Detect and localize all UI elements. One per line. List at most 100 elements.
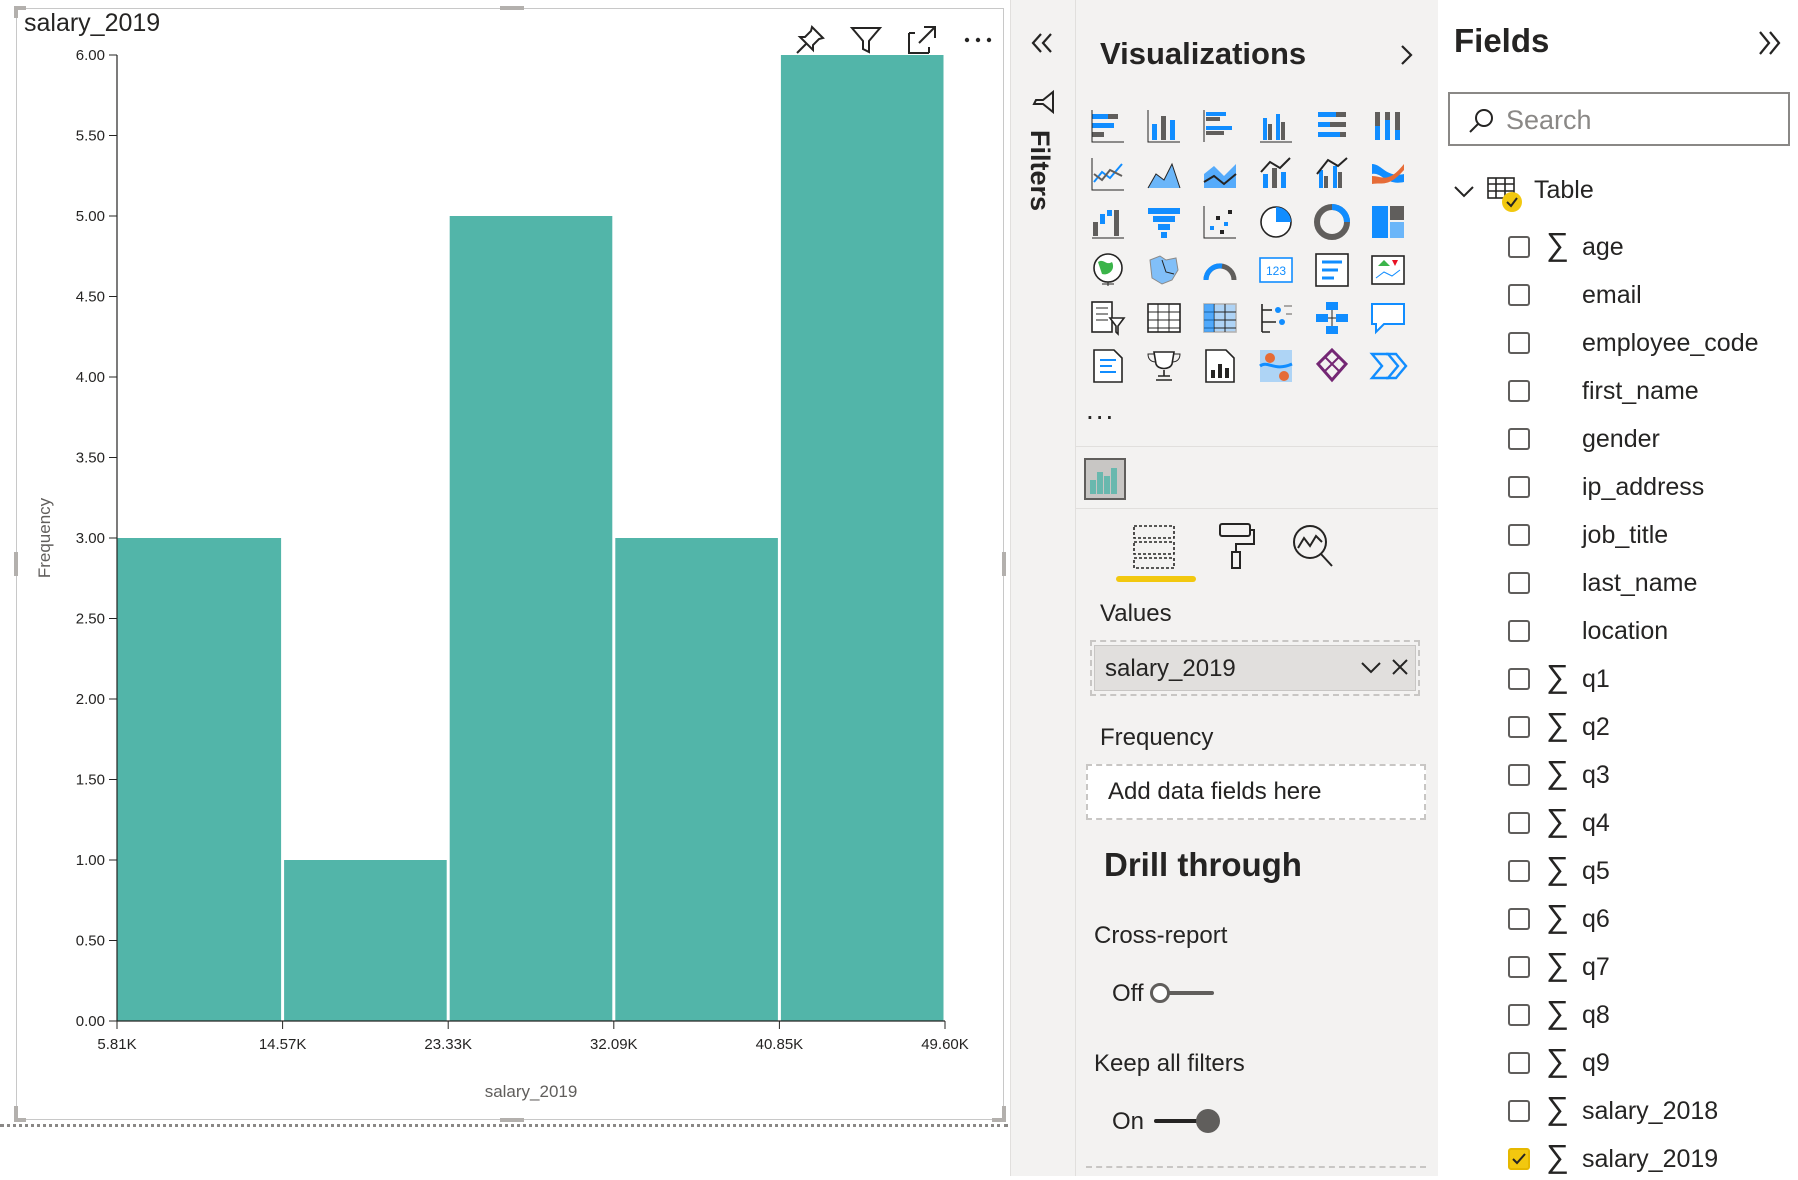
search-box[interactable] [1448,92,1790,146]
field-checkbox[interactable] [1508,476,1530,498]
decomposition-tree-icon[interactable] [1312,298,1352,338]
matrix-icon[interactable] [1200,298,1240,338]
key-influencers-icon[interactable] [1256,298,1296,338]
line-and-stacked-column-chart-icon[interactable] [1256,154,1296,194]
line-and-clustered-column-chart-icon[interactable] [1312,154,1352,194]
table-node[interactable]: Table [1452,172,1772,212]
100-stacked-column-chart-icon[interactable] [1368,106,1408,146]
expand-left-icon[interactable] [1027,28,1057,58]
field-item[interactable]: location [1508,612,1788,652]
donut-chart-icon[interactable] [1312,202,1352,242]
kpi-icon[interactable] [1368,250,1408,290]
chevron-right-icon[interactable] [1392,40,1422,70]
field-item[interactable]: ∑ q8 [1508,994,1788,1036]
field-item[interactable]: ∑ q7 [1508,946,1788,988]
field-item[interactable]: gender [1508,420,1788,460]
field-checkbox[interactable] [1508,572,1530,594]
paginated-report-icon[interactable] [1200,346,1240,386]
field-item[interactable]: ip_address [1508,468,1788,508]
field-item[interactable]: ∑ q1 [1508,658,1788,700]
field-checkbox[interactable] [1508,860,1530,882]
stacked-column-chart-icon[interactable] [1144,106,1184,146]
field-checkbox[interactable] [1508,956,1530,978]
table-visual-icon[interactable] [1144,298,1184,338]
field-checkbox[interactable] [1508,524,1530,546]
resize-handle-bottom[interactable] [500,1118,524,1122]
resize-handle-top-left-v[interactable] [14,6,18,18]
field-item[interactable]: ∑ salary_2019 [1508,1138,1788,1180]
clustered-bar-chart-icon[interactable] [1200,106,1240,146]
goals-icon[interactable] [1144,346,1184,386]
selected-histogram-visual-icon[interactable] [1084,458,1126,500]
more-visuals-button[interactable]: ... [1086,394,1115,426]
analytics-magnifier-icon[interactable] [1284,518,1344,574]
power-apps-icon[interactable] [1312,346,1352,386]
histogram-bar[interactable] [284,860,447,1021]
stacked-bar-chart-icon[interactable] [1088,106,1128,146]
smart-narrative-icon[interactable] [1088,346,1128,386]
line-chart-icon[interactable] [1088,154,1128,194]
gauge-icon[interactable] [1200,250,1240,290]
filled-map-icon[interactable] [1144,250,1184,290]
histogram-bar[interactable] [780,55,944,1021]
clustered-column-chart-icon[interactable] [1256,106,1296,146]
frequency-well[interactable]: Add data fields here [1086,764,1426,820]
field-item[interactable]: ∑ q9 [1508,1042,1788,1084]
field-checkbox[interactable] [1508,620,1530,642]
resize-handle-left[interactable] [14,552,18,576]
field-checkbox[interactable] [1508,1052,1530,1074]
field-item[interactable]: job_title [1508,516,1788,556]
stacked-area-chart-icon[interactable] [1200,154,1240,194]
scatter-chart-icon[interactable] [1200,202,1240,242]
100-stacked-bar-chart-icon[interactable] [1312,106,1352,146]
histogram-bar[interactable] [615,538,778,1021]
field-checkbox[interactable] [1508,428,1530,450]
collapse-right-icon[interactable] [1752,26,1786,60]
waterfall-chart-icon[interactable] [1088,202,1128,242]
treemap-icon[interactable] [1368,202,1408,242]
field-checkbox[interactable] [1508,236,1530,258]
resize-handle-top[interactable] [500,6,524,10]
field-checkbox[interactable] [1508,764,1530,786]
cross-report-toggle[interactable] [1150,980,1220,1006]
histogram-visual[interactable]: salary_2019 0.00 0.50 1.00 1.50 2.00 2.50 3.00… [16,8,1004,1120]
resize-handle-bottom-left-h[interactable] [14,1118,26,1122]
area-chart-icon[interactable] [1144,154,1184,194]
field-item[interactable]: ∑ q4 [1508,802,1788,844]
filters-pane-collapsed[interactable]: Filters [1010,0,1075,1176]
resize-handle-bottom-right-h[interactable] [992,1118,1006,1122]
qa-icon[interactable] [1368,298,1408,338]
field-item[interactable]: ∑ salary_2018 [1508,1090,1788,1132]
multi-row-card-icon[interactable] [1312,250,1352,290]
field-item[interactable]: ∑ q5 [1508,850,1788,892]
field-checkbox[interactable] [1508,1148,1530,1170]
fields-wells-tab-icon[interactable] [1126,518,1186,574]
keep-all-filters-toggle[interactable] [1150,1108,1220,1134]
map-icon[interactable] [1088,250,1128,290]
chevron-down-icon[interactable] [1452,180,1476,204]
field-checkbox[interactable] [1508,284,1530,306]
power-automate-icon[interactable] [1368,346,1408,386]
resize-handle-right[interactable] [1002,552,1006,576]
funnel-chart-icon[interactable] [1144,202,1184,242]
field-item[interactable]: first_name [1508,372,1788,412]
filters-label[interactable]: Filters [1024,130,1055,211]
field-item[interactable]: ∑ age [1508,226,1788,268]
field-checkbox[interactable] [1508,716,1530,738]
chevron-down-icon[interactable] [1359,656,1383,680]
field-item[interactable]: ∑ q6 [1508,898,1788,940]
pie-chart-icon[interactable] [1256,202,1296,242]
card-icon[interactable]: 123 [1256,250,1296,290]
field-checkbox[interactable] [1508,1100,1530,1122]
format-paint-roller-icon[interactable] [1206,518,1266,574]
values-field-pill[interactable]: salary_2019 [1094,645,1416,691]
field-item[interactable]: employee_code [1508,324,1788,364]
slicer-icon[interactable] [1088,298,1128,338]
field-checkbox[interactable] [1508,332,1530,354]
search-input[interactable] [1504,102,1778,138]
ribbon-chart-icon[interactable] [1368,154,1408,194]
remove-field-close-icon[interactable] [1389,656,1411,678]
field-checkbox[interactable] [1508,380,1530,402]
field-item[interactable]: ∑ q2 [1508,706,1788,748]
field-item[interactable]: ∑ q3 [1508,754,1788,796]
